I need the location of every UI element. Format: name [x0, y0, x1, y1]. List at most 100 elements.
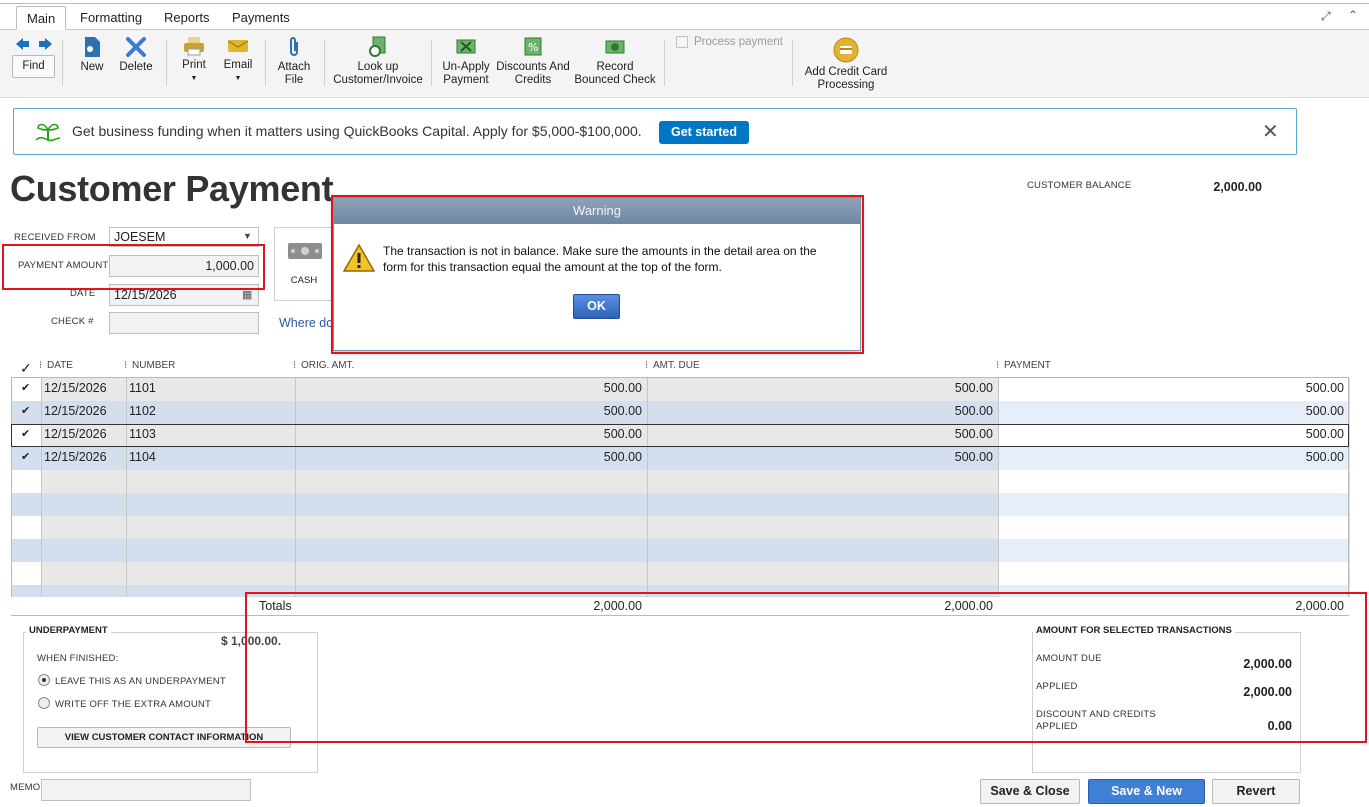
column-header-payment[interactable]: PAYMENT: [1004, 360, 1051, 376]
row-payment[interactable]: 500.00: [997, 446, 1348, 469]
email-button[interactable]: Email ▼: [220, 36, 256, 85]
table-row[interactable]: ✔ 12/15/2026 1104 500.00 500.00 500.00: [11, 446, 1349, 469]
get-started-button[interactable]: Get started: [659, 121, 749, 144]
column-header-number[interactable]: NUMBER: [132, 360, 175, 376]
tab-payments[interactable]: Payments: [222, 6, 300, 30]
toolbar-separator: [166, 40, 167, 86]
bounced-check-icon: [605, 40, 625, 54]
check-number-field[interactable]: [109, 312, 259, 334]
column-header-date[interactable]: DATE: [47, 360, 73, 376]
banner-close-icon[interactable]: ✕: [1262, 119, 1279, 144]
row-check-icon[interactable]: ✔: [17, 423, 34, 446]
find-button[interactable]: Find: [12, 55, 55, 78]
revert-button[interactable]: Revert: [1212, 779, 1300, 804]
record-label-line2: Bounced Check: [574, 74, 656, 86]
select-all-check-icon[interactable]: ✓: [20, 360, 32, 377]
row-check-icon[interactable]: ✔: [17, 377, 34, 400]
table-row[interactable]: ✔ 12/15/2026 1102 500.00 500.00 500.00: [11, 400, 1349, 423]
row-check-icon[interactable]: ✔: [17, 400, 34, 423]
payment-method-cash-tile[interactable]: CASH: [274, 227, 334, 301]
table-row[interactable]: ✔ 12/15/2026 1103 500.00 500.00 500.00: [11, 423, 1349, 446]
delete-x-icon: [126, 37, 146, 57]
save-new-button[interactable]: Save & New: [1088, 779, 1205, 804]
payment-cell-bg: [999, 539, 1348, 562]
printer-icon: [184, 37, 204, 56]
memo-field[interactable]: [41, 779, 251, 801]
row-stripe: [12, 493, 41, 516]
record-label-line1: Record: [596, 61, 634, 73]
add-credit-card-processing-button[interactable]: Add Credit Card Processing: [800, 37, 892, 92]
customer-balance-value: 2,000.00: [1213, 180, 1262, 194]
back-forward-icon[interactable]: [14, 37, 54, 51]
lookup-label-line1: Look up: [357, 61, 399, 73]
credit-card-coin-icon: [833, 37, 859, 63]
cash-label: CASH: [290, 275, 318, 286]
leave-underpayment-label: LEAVE THIS AS AN UNDERPAYMENT: [55, 676, 226, 687]
attach-label-line2: File: [284, 74, 304, 86]
funding-plant-icon: [35, 123, 61, 142]
row-number: 1104: [129, 450, 156, 464]
unapply-label-line2: Payment: [443, 74, 489, 86]
lookup-customer-invoice-button[interactable]: Look up Customer/Invoice: [332, 36, 424, 87]
discount-percent-icon: %: [524, 37, 542, 56]
table-row[interactable]: ✔ 12/15/2026 1101 500.00 500.00 500.00: [11, 377, 1349, 400]
email-envelope-icon: [227, 40, 249, 52]
row-amt-due: 500.00: [954, 450, 993, 464]
column-header-amt-due[interactable]: AMT. DUE: [653, 360, 700, 376]
delete-label: Delete: [119, 61, 153, 73]
leave-underpayment-radio[interactable]: [38, 674, 50, 686]
toolbar-separator: [62, 40, 63, 86]
lookup-document-icon: [369, 36, 386, 57]
cash-bill-icon: [288, 243, 322, 259]
column-separator-dots: ⁝: [645, 360, 649, 371]
payment-cell-bg: [999, 493, 1348, 516]
collapse-icon[interactable]: ⌃: [1348, 8, 1358, 22]
new-label: New: [80, 61, 104, 73]
discounts-credits-button[interactable]: % Discounts And Credits: [495, 36, 571, 87]
banner-text: Get business funding when it matters usi…: [72, 123, 642, 139]
paperclip-icon: [290, 37, 298, 56]
process-payment-checkbox[interactable]: [676, 36, 688, 48]
record-bounced-check-button[interactable]: Record Bounced Check: [574, 36, 656, 87]
process-payment-label: Process payment: [694, 36, 783, 48]
row-payment[interactable]: 500.00: [997, 400, 1348, 423]
window-top-border: [0, 3, 1369, 4]
addcc-label-line2: Processing: [817, 79, 875, 91]
tab-main[interactable]: Main: [16, 6, 67, 30]
capital-funding-banner: Get business funding when it matters usi…: [13, 108, 1297, 155]
print-dropdown-icon[interactable]: ▼: [176, 72, 212, 85]
expand-icon[interactable]: ⤢: [1321, 9, 1331, 24]
toolbar-separator: [431, 40, 432, 86]
save-close-button[interactable]: Save & Close: [980, 779, 1080, 804]
unapply-payment-icon: [456, 39, 476, 54]
row-check-icon[interactable]: ✔: [17, 446, 34, 469]
svg-text:%: %: [528, 41, 538, 54]
annotation-box-totals: [245, 592, 1367, 743]
column-separator-dots: ⁝: [293, 360, 297, 371]
row-number: 1103: [129, 427, 156, 441]
row-orig-amt: 500.00: [603, 427, 642, 441]
tab-reports[interactable]: Reports: [154, 6, 220, 30]
when-finished-label: WHEN FINISHED:: [37, 653, 119, 664]
column-separator-dots: ⁝: [124, 360, 128, 371]
grid-scrollbar[interactable]: [1349, 378, 1350, 597]
email-label: Email: [223, 59, 253, 71]
email-dropdown-icon[interactable]: ▼: [220, 72, 256, 85]
chevron-down-icon: ▼: [243, 231, 252, 241]
delete-button[interactable]: Delete: [115, 36, 157, 74]
row-orig-amt: 500.00: [603, 450, 642, 464]
toolbar-separator: [664, 40, 665, 86]
column-header-orig-amt[interactable]: ORIG. AMT.: [301, 360, 354, 376]
check-number-label: CHECK #: [51, 316, 94, 327]
where-link[interactable]: Where do: [279, 316, 333, 330]
row-date: 12/15/2026: [44, 427, 107, 441]
attach-file-button[interactable]: Attach File: [272, 36, 316, 87]
new-button[interactable]: New: [72, 36, 112, 74]
unapply-payment-button[interactable]: Un-Apply Payment: [438, 36, 494, 87]
write-off-radio[interactable]: [38, 697, 50, 709]
row-payment[interactable]: 500.00: [997, 377, 1348, 400]
row-payment[interactable]: 500.00: [997, 423, 1348, 446]
row-orig-amt: 500.00: [603, 381, 642, 395]
tab-formatting[interactable]: Formatting: [70, 6, 152, 30]
print-button[interactable]: Print ▼: [176, 36, 212, 85]
